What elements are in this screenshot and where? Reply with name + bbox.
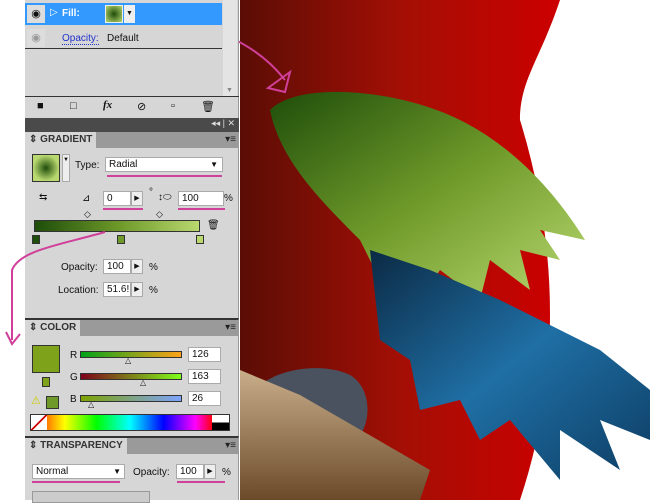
fill-swatch[interactable] <box>105 5 123 23</box>
location-unit: % <box>149 285 158 296</box>
transparency-opacity-input[interactable]: 100 <box>176 464 204 479</box>
location-value: 51.6! <box>107 284 130 295</box>
scrollbar[interactable]: ▼ <box>223 0 237 96</box>
visibility-eye-icon[interactable]: ◉ <box>27 29 45 47</box>
fill-label: Fill: <box>62 8 80 19</box>
panel-menu-icon[interactable]: ▾≡ <box>225 322 236 333</box>
color-title: COLOR <box>40 322 77 333</box>
transparency-opacity-unit: % <box>222 467 231 478</box>
fill-row[interactable]: ◉ ▷ Fill: ▼ <box>25 3 222 25</box>
color-panel: ⇕ COLOR ▾≡ ⚠ R △ 126 G △ 163 B △ 26 <box>25 318 239 436</box>
g-label: G <box>70 372 78 383</box>
g-value: 163 <box>192 371 209 382</box>
fill-color-swatch[interactable] <box>32 345 60 373</box>
transparency-opacity-value: 100 <box>180 466 197 477</box>
r-input[interactable]: 126 <box>188 347 221 362</box>
visibility-eye-icon[interactable]: ◉ <box>27 5 45 23</box>
opacity-row[interactable]: ◉ Opacity: Default <box>25 27 222 49</box>
aspect-unit: % <box>224 193 233 204</box>
gradient-stop-selected[interactable] <box>117 235 125 244</box>
gradient-title: GRADIENT <box>40 134 93 145</box>
angle-stepper[interactable]: ▶ <box>131 191 143 206</box>
web-safe-swatch[interactable] <box>46 396 59 409</box>
aspect-value: 100 <box>182 193 199 204</box>
panel-menu-icon[interactable]: ▾≡ <box>225 440 236 451</box>
b-input[interactable]: 26 <box>188 391 221 406</box>
g-slider[interactable] <box>80 373 182 380</box>
r-label: R <box>70 350 78 361</box>
panel-menu-icon[interactable]: ▾≡ <box>225 134 236 145</box>
blend-mode-select[interactable]: Normal ▼ <box>32 464 125 479</box>
stop-opacity-stepper[interactable]: ▶ <box>131 259 143 274</box>
appearance-toolbar: ■ □ fx ⊘ ▫ 🗑 <box>25 96 239 118</box>
midpoint-diamond[interactable]: ◇ <box>84 209 91 220</box>
expand-triangle-icon[interactable]: ▷ <box>50 7 58 18</box>
b-label: B <box>70 394 77 405</box>
color-tab[interactable]: ⇕ COLOR <box>25 320 81 336</box>
transparency-title: TRANSPARENCY <box>40 440 123 451</box>
gradient-stop[interactable] <box>196 235 204 244</box>
gradient-preset-dropdown[interactable]: ▼ <box>62 154 70 182</box>
r-value: 126 <box>192 349 209 360</box>
white-black-swatch[interactable] <box>212 415 229 430</box>
fill-dropdown[interactable]: ▼ <box>124 5 135 23</box>
reverse-gradient-icon[interactable]: ⇆ <box>39 192 47 203</box>
transparency-opacity-stepper[interactable]: ▶ <box>204 464 216 479</box>
type-label: Type: <box>75 160 100 171</box>
location-stepper[interactable]: ▶ <box>131 282 143 297</box>
gradient-preview-swatch[interactable] <box>32 154 60 182</box>
thumbnail-box <box>32 491 150 503</box>
add-fill-icon[interactable]: □ <box>70 100 77 112</box>
duplicate-icon[interactable]: ▫ <box>171 100 175 112</box>
type-value: Radial <box>109 159 138 170</box>
midpoint-diamond[interactable]: ◇ <box>156 209 163 220</box>
none-swatch[interactable] <box>31 415 47 430</box>
aspect-ratio-icon: ↕⬭ <box>158 192 172 203</box>
angle-input[interactable]: 0 <box>103 191 131 206</box>
stop-opacity-unit: % <box>149 262 158 273</box>
g-input[interactable]: 163 <box>188 369 221 384</box>
gradient-tab[interactable]: ⇕ GRADIENT <box>25 132 97 148</box>
b-slider[interactable] <box>80 395 182 402</box>
gamut-warning-icon[interactable]: ⚠ <box>31 394 41 407</box>
delete-stop-icon[interactable]: 🗑 <box>207 220 220 231</box>
angle-value: 0 <box>107 193 113 204</box>
clear-icon[interactable]: ⊘ <box>137 100 146 113</box>
trash-icon[interactable]: 🗑 <box>201 100 215 113</box>
transparency-tab[interactable]: ⇕ TRANSPARENCY <box>25 438 127 454</box>
transparency-panel: ⇕ TRANSPARENCY ▾≡ Normal ▼ Opacity: 100 ▶ … <box>25 436 239 503</box>
out-of-web-icon[interactable] <box>42 377 50 387</box>
angle-unit: ° <box>149 187 153 198</box>
aspect-input[interactable]: 100 <box>178 191 224 206</box>
fx-icon[interactable]: fx <box>103 99 112 111</box>
angle-icon: ⊿ <box>82 193 91 204</box>
opacity-link[interactable]: Opacity: <box>62 33 99 45</box>
r-slider-thumb[interactable]: △ <box>125 356 131 365</box>
panel-dock-header[interactable]: ◂◂ | ✕ <box>25 118 239 132</box>
transparency-opacity-label: Opacity: <box>133 467 170 478</box>
type-select[interactable]: Radial ▼ <box>105 157 223 172</box>
b-slider-thumb[interactable]: △ <box>88 400 94 409</box>
opacity-value: Default <box>107 33 139 44</box>
color-spectrum[interactable] <box>30 414 230 431</box>
g-slider-thumb[interactable]: △ <box>140 378 146 387</box>
add-stroke-icon[interactable]: ■ <box>37 100 44 112</box>
blend-mode-value: Normal <box>36 466 69 477</box>
appearance-panel: ◉ ▷ Fill: ▼ ◉ Opacity: Default ▼ ■ □ fx … <box>25 0 239 118</box>
b-value: 26 <box>192 393 204 404</box>
